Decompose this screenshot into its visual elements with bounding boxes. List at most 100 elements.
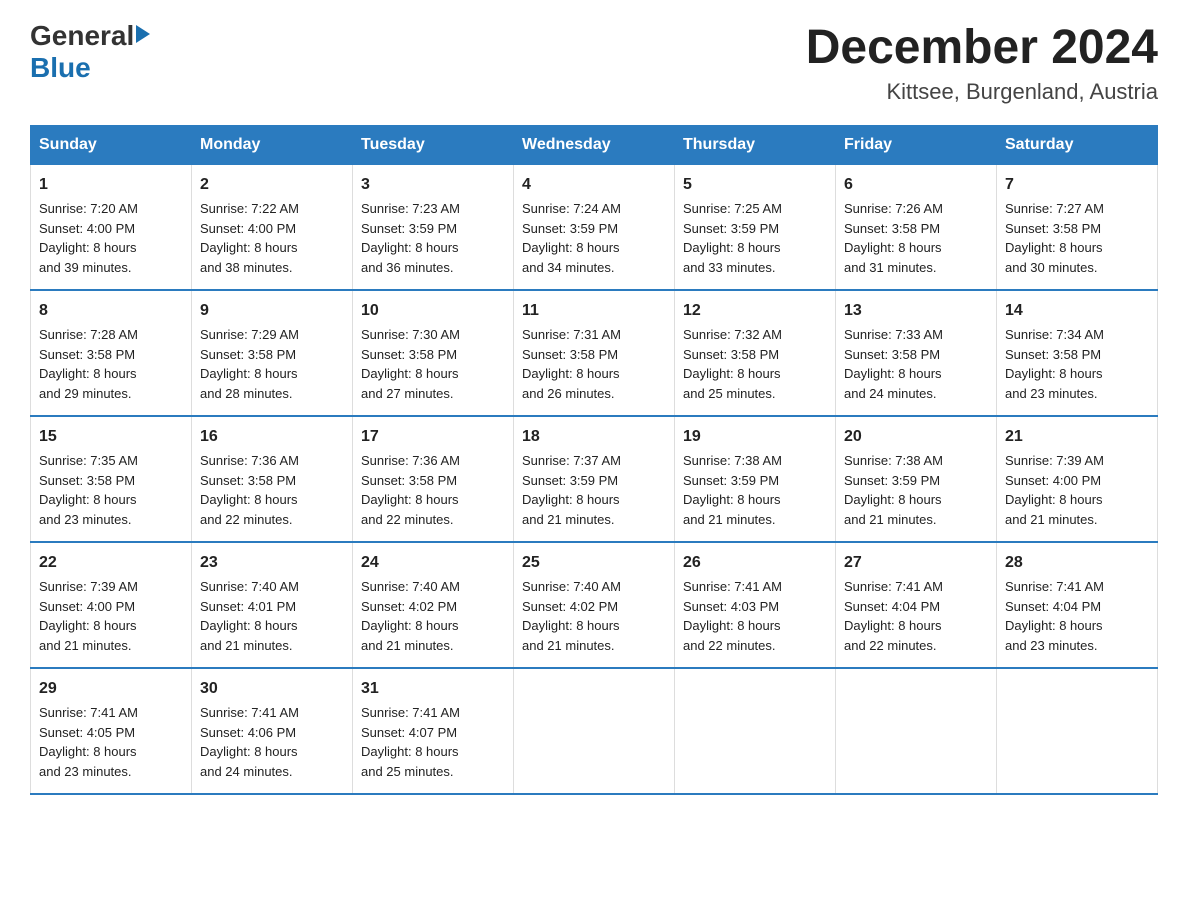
day-number: 18 xyxy=(522,425,666,449)
calendar-cell: 20 Sunrise: 7:38 AMSunset: 3:59 PMDayligh… xyxy=(836,416,997,542)
day-number: 15 xyxy=(39,425,183,449)
calendar-cell: 7 Sunrise: 7:27 AMSunset: 3:58 PMDaylight… xyxy=(997,165,1158,291)
day-number: 24 xyxy=(361,551,505,575)
day-info: Sunrise: 7:41 AMSunset: 4:03 PMDaylight:… xyxy=(683,579,782,653)
calendar-cell xyxy=(514,668,675,794)
calendar-cell: 5Sunrise: 7:25 AMSunset: 3:59 PMDaylight… xyxy=(675,165,836,291)
day-number: 30 xyxy=(200,677,344,701)
title-area: December 2024 Kittsee, Burgenland, Austr… xyxy=(806,20,1158,105)
day-number: 23 xyxy=(200,551,344,575)
calendar-cell: 16 Sunrise: 7:36 AMSunset: 3:58 PMDayligh… xyxy=(192,416,353,542)
calendar-header: SundayMondayTuesdayWednesdayThursdayFrid… xyxy=(31,126,1158,165)
logo-general-text: General xyxy=(30,20,134,52)
weekday-header-row: SundayMondayTuesdayWednesdayThursdayFrid… xyxy=(31,126,1158,165)
day-number: 4 xyxy=(522,173,666,197)
day-number: 16 xyxy=(200,425,344,449)
day-number: 10 xyxy=(361,299,505,323)
calendar-cell: 1 Sunrise: 7:20 AMSunset: 4:00 PMDaylight… xyxy=(31,165,192,291)
day-number: 29 xyxy=(39,677,183,701)
calendar-cell: 17 Sunrise: 7:36 AMSunset: 3:58 PMDayligh… xyxy=(353,416,514,542)
day-info: Sunrise: 7:23 AMSunset: 3:59 PMDaylight:… xyxy=(361,201,460,275)
calendar-cell: 6 Sunrise: 7:26 AMSunset: 3:58 PMDaylight… xyxy=(836,165,997,291)
day-number: 27 xyxy=(844,551,988,575)
day-info: Sunrise: 7:40 AMSunset: 4:01 PMDaylight:… xyxy=(200,579,299,653)
day-info: Sunrise: 7:27 AMSunset: 3:58 PMDaylight:… xyxy=(1005,201,1104,275)
logo: General Blue xyxy=(30,20,150,84)
day-number: 13 xyxy=(844,299,988,323)
calendar-body: 1 Sunrise: 7:20 AMSunset: 4:00 PMDaylight… xyxy=(31,165,1158,795)
calendar-cell xyxy=(997,668,1158,794)
day-info: Sunrise: 7:41 AMSunset: 4:07 PMDaylight:… xyxy=(361,705,460,779)
calendar-cell: 24 Sunrise: 7:40 AMSunset: 4:02 PMDayligh… xyxy=(353,542,514,668)
day-info: Sunrise: 7:38 AMSunset: 3:59 PMDaylight:… xyxy=(844,453,943,527)
day-info: Sunrise: 7:41 AMSunset: 4:04 PMDaylight:… xyxy=(1005,579,1104,653)
day-info: Sunrise: 7:41 AMSunset: 4:06 PMDaylight:… xyxy=(200,705,299,779)
day-number: 11 xyxy=(522,299,666,323)
calendar-table: SundayMondayTuesdayWednesdayThursdayFrid… xyxy=(30,125,1158,795)
day-info: Sunrise: 7:20 AMSunset: 4:00 PMDaylight:… xyxy=(39,201,138,275)
calendar-week-row: 29 Sunrise: 7:41 AMSunset: 4:05 PMDayligh… xyxy=(31,668,1158,794)
calendar-cell: 28Sunrise: 7:41 AMSunset: 4:04 PMDayligh… xyxy=(997,542,1158,668)
day-number: 6 xyxy=(844,173,988,197)
day-info: Sunrise: 7:38 AMSunset: 3:59 PMDaylight:… xyxy=(683,453,782,527)
day-info: Sunrise: 7:26 AMSunset: 3:58 PMDaylight:… xyxy=(844,201,943,275)
calendar-week-row: 8Sunrise: 7:28 AMSunset: 3:58 PMDaylight… xyxy=(31,290,1158,416)
day-info: Sunrise: 7:28 AMSunset: 3:58 PMDaylight:… xyxy=(39,327,138,401)
day-info: Sunrise: 7:33 AMSunset: 3:58 PMDaylight:… xyxy=(844,327,943,401)
weekday-header-monday: Monday xyxy=(192,126,353,165)
day-number: 17 xyxy=(361,425,505,449)
day-number: 19 xyxy=(683,425,827,449)
day-number: 9 xyxy=(200,299,344,323)
calendar-subtitle: Kittsee, Burgenland, Austria xyxy=(806,79,1158,105)
calendar-cell: 23 Sunrise: 7:40 AMSunset: 4:01 PMDayligh… xyxy=(192,542,353,668)
day-number: 25 xyxy=(522,551,666,575)
day-info: Sunrise: 7:34 AMSunset: 3:58 PMDaylight:… xyxy=(1005,327,1104,401)
calendar-cell: 22 Sunrise: 7:39 AMSunset: 4:00 PMDayligh… xyxy=(31,542,192,668)
calendar-week-row: 22 Sunrise: 7:39 AMSunset: 4:00 PMDayligh… xyxy=(31,542,1158,668)
day-info: Sunrise: 7:30 AMSunset: 3:58 PMDaylight:… xyxy=(361,327,460,401)
day-number: 31 xyxy=(361,677,505,701)
day-info: Sunrise: 7:22 AMSunset: 4:00 PMDaylight:… xyxy=(200,201,299,275)
day-info: Sunrise: 7:39 AMSunset: 4:00 PMDaylight:… xyxy=(39,579,138,653)
calendar-week-row: 1 Sunrise: 7:20 AMSunset: 4:00 PMDaylight… xyxy=(31,165,1158,291)
calendar-cell: 4 Sunrise: 7:24 AMSunset: 3:59 PMDaylight… xyxy=(514,165,675,291)
calendar-cell: 14Sunrise: 7:34 AMSunset: 3:58 PMDayligh… xyxy=(997,290,1158,416)
day-info: Sunrise: 7:25 AMSunset: 3:59 PMDaylight:… xyxy=(683,201,782,275)
calendar-cell: 11 Sunrise: 7:31 AMSunset: 3:58 PMDayligh… xyxy=(514,290,675,416)
calendar-cell: 31 Sunrise: 7:41 AMSunset: 4:07 PMDayligh… xyxy=(353,668,514,794)
day-number: 7 xyxy=(1005,173,1149,197)
day-info: Sunrise: 7:39 AMSunset: 4:00 PMDaylight:… xyxy=(1005,453,1104,527)
day-info: Sunrise: 7:41 AMSunset: 4:04 PMDaylight:… xyxy=(844,579,943,653)
day-number: 3 xyxy=(361,173,505,197)
calendar-cell: 26 Sunrise: 7:41 AMSunset: 4:03 PMDayligh… xyxy=(675,542,836,668)
day-info: Sunrise: 7:36 AMSunset: 3:58 PMDaylight:… xyxy=(361,453,460,527)
calendar-cell: 3 Sunrise: 7:23 AMSunset: 3:59 PMDaylight… xyxy=(353,165,514,291)
day-info: Sunrise: 7:40 AMSunset: 4:02 PMDaylight:… xyxy=(522,579,621,653)
day-info: Sunrise: 7:24 AMSunset: 3:59 PMDaylight:… xyxy=(522,201,621,275)
calendar-cell: 15Sunrise: 7:35 AMSunset: 3:58 PMDayligh… xyxy=(31,416,192,542)
weekday-header-saturday: Saturday xyxy=(997,126,1158,165)
calendar-cell: 2Sunrise: 7:22 AMSunset: 4:00 PMDaylight… xyxy=(192,165,353,291)
day-number: 22 xyxy=(39,551,183,575)
weekday-header-tuesday: Tuesday xyxy=(353,126,514,165)
day-info: Sunrise: 7:40 AMSunset: 4:02 PMDaylight:… xyxy=(361,579,460,653)
day-number: 12 xyxy=(683,299,827,323)
day-info: Sunrise: 7:41 AMSunset: 4:05 PMDaylight:… xyxy=(39,705,138,779)
calendar-cell xyxy=(836,668,997,794)
page-header: General Blue December 2024 Kittsee, Burg… xyxy=(30,20,1158,105)
day-number: 21 xyxy=(1005,425,1149,449)
day-number: 26 xyxy=(683,551,827,575)
calendar-cell: 19 Sunrise: 7:38 AMSunset: 3:59 PMDayligh… xyxy=(675,416,836,542)
calendar-cell xyxy=(675,668,836,794)
day-info: Sunrise: 7:31 AMSunset: 3:58 PMDaylight:… xyxy=(522,327,621,401)
day-info: Sunrise: 7:36 AMSunset: 3:58 PMDaylight:… xyxy=(200,453,299,527)
day-info: Sunrise: 7:29 AMSunset: 3:58 PMDaylight:… xyxy=(200,327,299,401)
weekday-header-friday: Friday xyxy=(836,126,997,165)
day-number: 1 xyxy=(39,173,183,197)
calendar-title: December 2024 xyxy=(806,20,1158,75)
day-number: 20 xyxy=(844,425,988,449)
calendar-week-row: 15Sunrise: 7:35 AMSunset: 3:58 PMDayligh… xyxy=(31,416,1158,542)
calendar-cell: 9 Sunrise: 7:29 AMSunset: 3:58 PMDaylight… xyxy=(192,290,353,416)
logo-arrow-icon xyxy=(136,25,150,43)
calendar-cell: 30 Sunrise: 7:41 AMSunset: 4:06 PMDayligh… xyxy=(192,668,353,794)
